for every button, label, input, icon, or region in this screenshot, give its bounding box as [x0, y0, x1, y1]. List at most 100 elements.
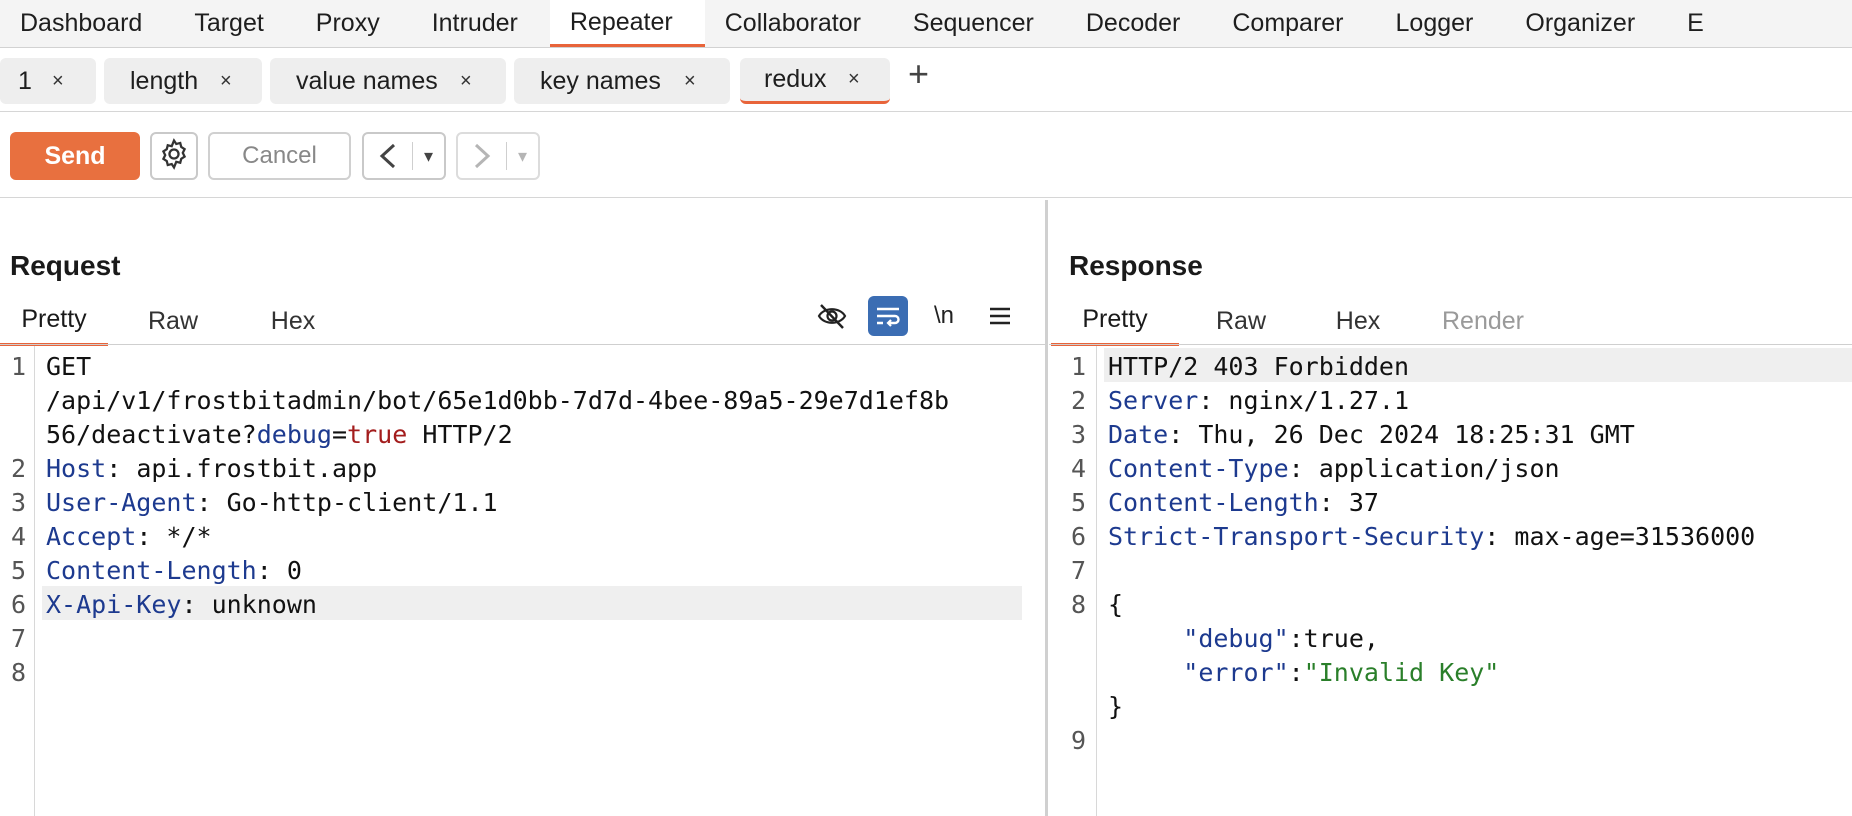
response-title: Response — [1069, 250, 1203, 281]
code-token: Strict-Transport-Security — [1108, 522, 1485, 551]
history-forward-button[interactable]: ▾ — [456, 132, 540, 180]
code-token: = — [331, 420, 348, 449]
code-line: Strict-Transport-Security: max-age=31536… — [1108, 520, 1755, 554]
close-tab-icon[interactable]: × — [460, 70, 472, 93]
repeater-tab-key-names[interactable]: key names × — [514, 58, 730, 104]
menu-icon[interactable] — [980, 296, 1020, 336]
request-tab-raw[interactable]: Raw — [108, 296, 238, 346]
code-line: Content-Length: 37 — [1108, 486, 1379, 520]
code-token: : unknown — [181, 590, 317, 619]
response-tab-raw[interactable]: Raw — [1179, 296, 1303, 346]
repeater-tab-length[interactable]: length × — [104, 58, 262, 104]
history-back-button[interactable]: ▾ — [362, 132, 446, 180]
dropdown-arrow-icon[interactable]: ▾ — [413, 146, 444, 167]
code-token: Server — [1108, 386, 1199, 415]
code-line: Server: nginx/1.27.1 — [1108, 384, 1409, 418]
close-tab-icon[interactable]: × — [684, 70, 696, 93]
code-token: HTTP/2 — [407, 420, 513, 449]
code-token: debug — [256, 420, 332, 449]
close-tab-icon[interactable]: × — [52, 70, 64, 93]
line-number: 8 — [10, 658, 26, 687]
repeater-tab-label: length — [130, 66, 199, 95]
line-number: 7 — [1070, 556, 1086, 585]
add-tab-button[interactable]: + — [908, 56, 929, 92]
nav-tab-proxy[interactable]: Proxy — [296, 0, 412, 47]
divider — [1049, 344, 1852, 345]
code-token: : api.frostbit.app — [106, 454, 378, 483]
request-view-tabs: Pretty Raw Hex — [0, 296, 348, 346]
code-token: true — [347, 420, 408, 449]
nav-tab-comparer[interactable]: Comparer — [1212, 0, 1375, 47]
line-number: 6 — [10, 590, 26, 619]
repeater-tab-value-names[interactable]: value names × — [270, 58, 506, 104]
response-tab-hex[interactable]: Hex — [1303, 296, 1413, 346]
line-number: 9 — [1070, 726, 1086, 755]
code-token: Accept — [46, 522, 137, 551]
close-tab-icon[interactable]: × — [220, 70, 232, 93]
newline-toggle-button[interactable]: \n — [924, 296, 964, 336]
line-number: 2 — [10, 454, 26, 483]
close-tab-icon[interactable]: × — [848, 68, 860, 91]
code-token: "error" — [1183, 658, 1289, 687]
nav-tab-sequencer[interactable]: Sequencer — [893, 0, 1066, 47]
code-token: Host — [46, 454, 107, 483]
code-token: Content-Length — [46, 556, 257, 585]
code-token: Date — [1108, 420, 1169, 449]
line-number: 4 — [10, 522, 26, 551]
request-tab-hex[interactable]: Hex — [238, 296, 348, 346]
nav-tab-decoder[interactable]: Decoder — [1066, 0, 1213, 47]
request-tab-pretty[interactable]: Pretty — [0, 296, 108, 346]
code-token: : Go-http-client/1.1 — [196, 488, 498, 517]
code-line: X-Api-Key: unknown — [46, 588, 317, 622]
repeater-tab-1[interactable]: 1 × — [0, 58, 96, 104]
nav-tab-intruder[interactable]: Intruder — [412, 0, 550, 47]
nav-tab-repeater[interactable]: Repeater — [549, 0, 705, 47]
code-token: GET — [46, 352, 92, 381]
code-token: : Thu, 26 Dec 2024 18:25:31 GMT — [1168, 420, 1635, 449]
nav-tab-dashboard[interactable]: Dashboard — [0, 0, 174, 47]
code-token: } — [1108, 692, 1124, 721]
code-line: Host: api.frostbit.app — [46, 452, 377, 486]
line-number: 7 — [10, 624, 26, 653]
nav-tab-target[interactable]: Target — [174, 0, 295, 47]
repeater-tab-label: redux — [764, 65, 827, 93]
code-line: User-Agent: Go-http-client/1.1 — [46, 486, 498, 520]
request-gutter — [34, 346, 35, 816]
code-line: Accept: */* — [46, 520, 212, 554]
line-number: 3 — [1070, 420, 1086, 449]
response-gutter — [1096, 346, 1097, 816]
line-number: 8 — [1070, 590, 1086, 619]
line-number: 4 — [1070, 454, 1086, 483]
code-token: User-Agent — [46, 488, 197, 517]
response-tab-render[interactable]: Render — [1413, 296, 1553, 346]
chevron-left-icon — [364, 142, 412, 170]
code-token: HTTP/2 403 Forbidden — [1108, 352, 1410, 381]
code-token: { — [1108, 590, 1124, 619]
code-line: GET — [46, 350, 91, 384]
code-token: : — [1288, 658, 1304, 687]
top-nav: Dashboard Target Proxy Intruder Repeater Coll… — [0, 0, 1852, 48]
cancel-button[interactable]: Cancel — [208, 132, 351, 180]
repeater-tab-redux[interactable]: redux × — [740, 58, 890, 104]
settings-button[interactable] — [150, 132, 198, 180]
code-token: : max-age=31536000 — [1484, 522, 1756, 551]
nav-tab-logger[interactable]: Logger — [1376, 0, 1506, 47]
toolbar: Send Cancel ▾ ▾ — [0, 112, 1852, 198]
code-token: : 37 — [1318, 488, 1379, 517]
code-line: 56/deactivate?debug=true HTTP/2 — [46, 418, 513, 452]
code-line: Date: Thu, 26 Dec 2024 18:25:31 GMT — [1108, 418, 1635, 452]
code-token: : */* — [136, 522, 212, 551]
word-wrap-icon[interactable] — [868, 296, 908, 336]
code-token: "debug" — [1183, 624, 1289, 653]
dropdown-arrow-icon[interactable]: ▾ — [507, 146, 538, 167]
send-button[interactable]: Send — [10, 132, 140, 180]
response-view-tabs: Pretty Raw Hex Render — [1051, 296, 1553, 346]
nav-tab-organizer[interactable]: Organizer — [1505, 0, 1667, 47]
pane-splitter[interactable] — [1045, 200, 1048, 816]
nav-tab-collaborator[interactable]: Collaborator — [705, 0, 893, 47]
code-token: Content-Type — [1108, 454, 1289, 483]
hide-eye-icon[interactable] — [812, 296, 852, 336]
nav-tab-e[interactable]: E — [1667, 0, 1704, 47]
response-tab-pretty[interactable]: Pretty — [1051, 296, 1179, 346]
line-number: 1 — [10, 352, 26, 381]
